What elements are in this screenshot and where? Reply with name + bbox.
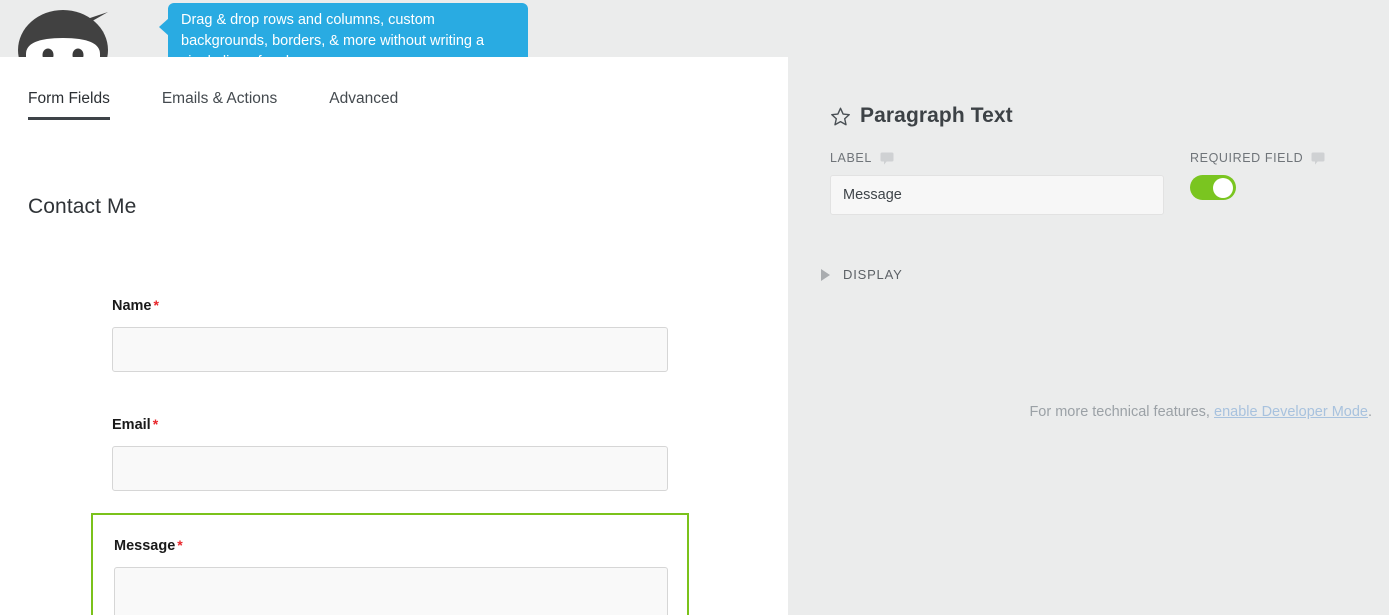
field-label-name: Name * xyxy=(112,297,159,314)
dev-note-suffix: . xyxy=(1367,404,1372,420)
caret-right-icon xyxy=(821,268,830,281)
required-setting-group: REQUIRED FIELD xyxy=(1190,150,1350,215)
top-bar: Drag & drop rows and columns, custom bac… xyxy=(0,0,1389,57)
required-field-toggle[interactable] xyxy=(1190,175,1236,200)
form-builder-panel: Form Fields Emails & Actions Advanced Co… xyxy=(0,57,788,615)
name-input[interactable] xyxy=(112,327,668,372)
required-asterisk: * xyxy=(177,537,183,553)
form-fields-list: Name * Email * Message * xyxy=(0,275,788,615)
comment-bubble-icon[interactable] xyxy=(1311,152,1325,165)
enable-developer-mode-link[interactable]: enable Developer Mode xyxy=(1214,404,1368,420)
tab-form-fields[interactable]: Form Fields xyxy=(28,90,110,120)
settings-header: Paragraph Text xyxy=(830,104,1013,128)
star-outline-icon[interactable] xyxy=(830,106,851,127)
form-field-name[interactable]: Name * xyxy=(0,275,788,394)
settings-title: Paragraph Text xyxy=(860,104,1013,127)
tooltip-text: Drag & drop rows and columns, custom bac… xyxy=(181,12,485,57)
form-field-email[interactable]: Email * xyxy=(0,394,788,513)
form-title: Contact Me xyxy=(28,195,137,218)
display-section-label: DISPLAY xyxy=(843,267,903,282)
builder-tabs: Form Fields Emails & Actions Advanced xyxy=(28,90,450,120)
settings-row-primary: LABEL REQUIRED FIELD xyxy=(830,150,1350,215)
field-label-email: Email * xyxy=(112,416,159,433)
field-settings-panel: Paragraph Text LABEL REQUIRED FI xyxy=(788,57,1389,615)
field-label-message: Message * xyxy=(114,537,183,554)
label-setting-group: LABEL xyxy=(830,150,1190,215)
drag-drop-tooltip: Drag & drop rows and columns, custom bac… xyxy=(159,3,528,57)
required-field-caption: REQUIRED FIELD xyxy=(1190,150,1350,166)
form-field-message[interactable]: Message * xyxy=(91,513,689,615)
required-asterisk: * xyxy=(152,416,159,432)
message-textarea[interactable] xyxy=(114,567,668,615)
tab-emails-actions[interactable]: Emails & Actions xyxy=(162,90,277,120)
label-caption: LABEL xyxy=(830,150,1190,166)
email-input[interactable] xyxy=(112,446,668,491)
tab-advanced[interactable]: Advanced xyxy=(329,90,398,120)
form-builder-app: Drag & drop rows and columns, custom bac… xyxy=(0,0,1389,615)
display-section-toggle[interactable]: DISPLAY xyxy=(821,267,903,282)
developer-mode-note: For more technical features, enable Deve… xyxy=(1029,404,1372,420)
comment-bubble-icon[interactable] xyxy=(880,152,894,165)
toggle-knob xyxy=(1213,177,1233,198)
ninja-mascot-icon xyxy=(8,2,128,57)
dev-note-prefix: For more technical features, xyxy=(1029,404,1214,420)
label-input[interactable] xyxy=(830,175,1164,215)
required-asterisk: * xyxy=(153,297,159,313)
